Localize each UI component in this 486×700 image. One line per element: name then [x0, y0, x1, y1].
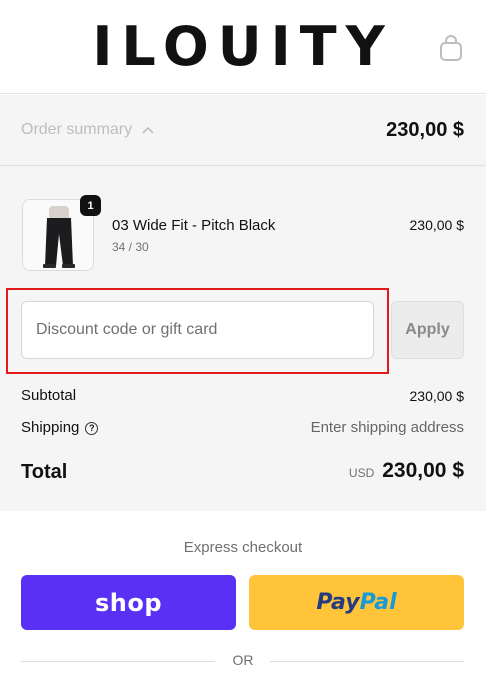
paypal-button[interactable]: PayPal [249, 575, 464, 630]
order-summary-header[interactable]: Order summary 230,00 $ [0, 95, 486, 166]
or-separator: OR [232, 652, 254, 668]
express-checkout-title: Express checkout [183, 539, 303, 556]
chevron-up-icon [142, 126, 154, 134]
item-variant: 34 / 30 [112, 240, 149, 254]
apply-discount-button[interactable]: Apply [391, 301, 464, 359]
total-amount: 230,00 $ [382, 459, 464, 482]
subtotal-label: Subtotal [21, 387, 77, 404]
item-price: 230,00 $ [409, 217, 465, 233]
discount-code-input[interactable] [21, 301, 374, 359]
order-summary-panel: Order summary 230,00 $ 1 03 Wide Fit - P… [0, 95, 486, 511]
shop-pay-button[interactable]: shop [21, 575, 236, 630]
paypal-logo-part1: Pay [316, 590, 360, 615]
item-name: 03 Wide Fit - Pitch Black [112, 217, 276, 234]
total-label: Total [21, 461, 68, 483]
currency-code: USD [348, 466, 375, 480]
shopping-bag-icon[interactable] [438, 34, 464, 62]
quantity-badge: 1 [80, 195, 101, 216]
summary-total: 230,00 $ [386, 119, 464, 141]
paypal-logo: PayPal [316, 590, 396, 615]
header: ILOUITY [0, 0, 486, 94]
shipping-value: Enter shipping address [310, 419, 464, 436]
shop-logo: shop [94, 588, 163, 617]
paypal-logo-part2: Pal [359, 590, 397, 615]
total-value-group: USD 230,00 $ [349, 459, 464, 483]
order-summary-toggle[interactable]: Order summary [21, 121, 154, 139]
subtotal-value: 230,00 $ [409, 388, 465, 404]
order-summary-label: Order summary [21, 121, 133, 138]
help-icon[interactable]: ? [85, 422, 99, 435]
brand-logo[interactable]: ILOUITY [0, 14, 486, 80]
shipping-label: Shipping [21, 419, 80, 436]
shipping-row: Shipping? [21, 419, 99, 436]
divider-right [270, 661, 464, 662]
